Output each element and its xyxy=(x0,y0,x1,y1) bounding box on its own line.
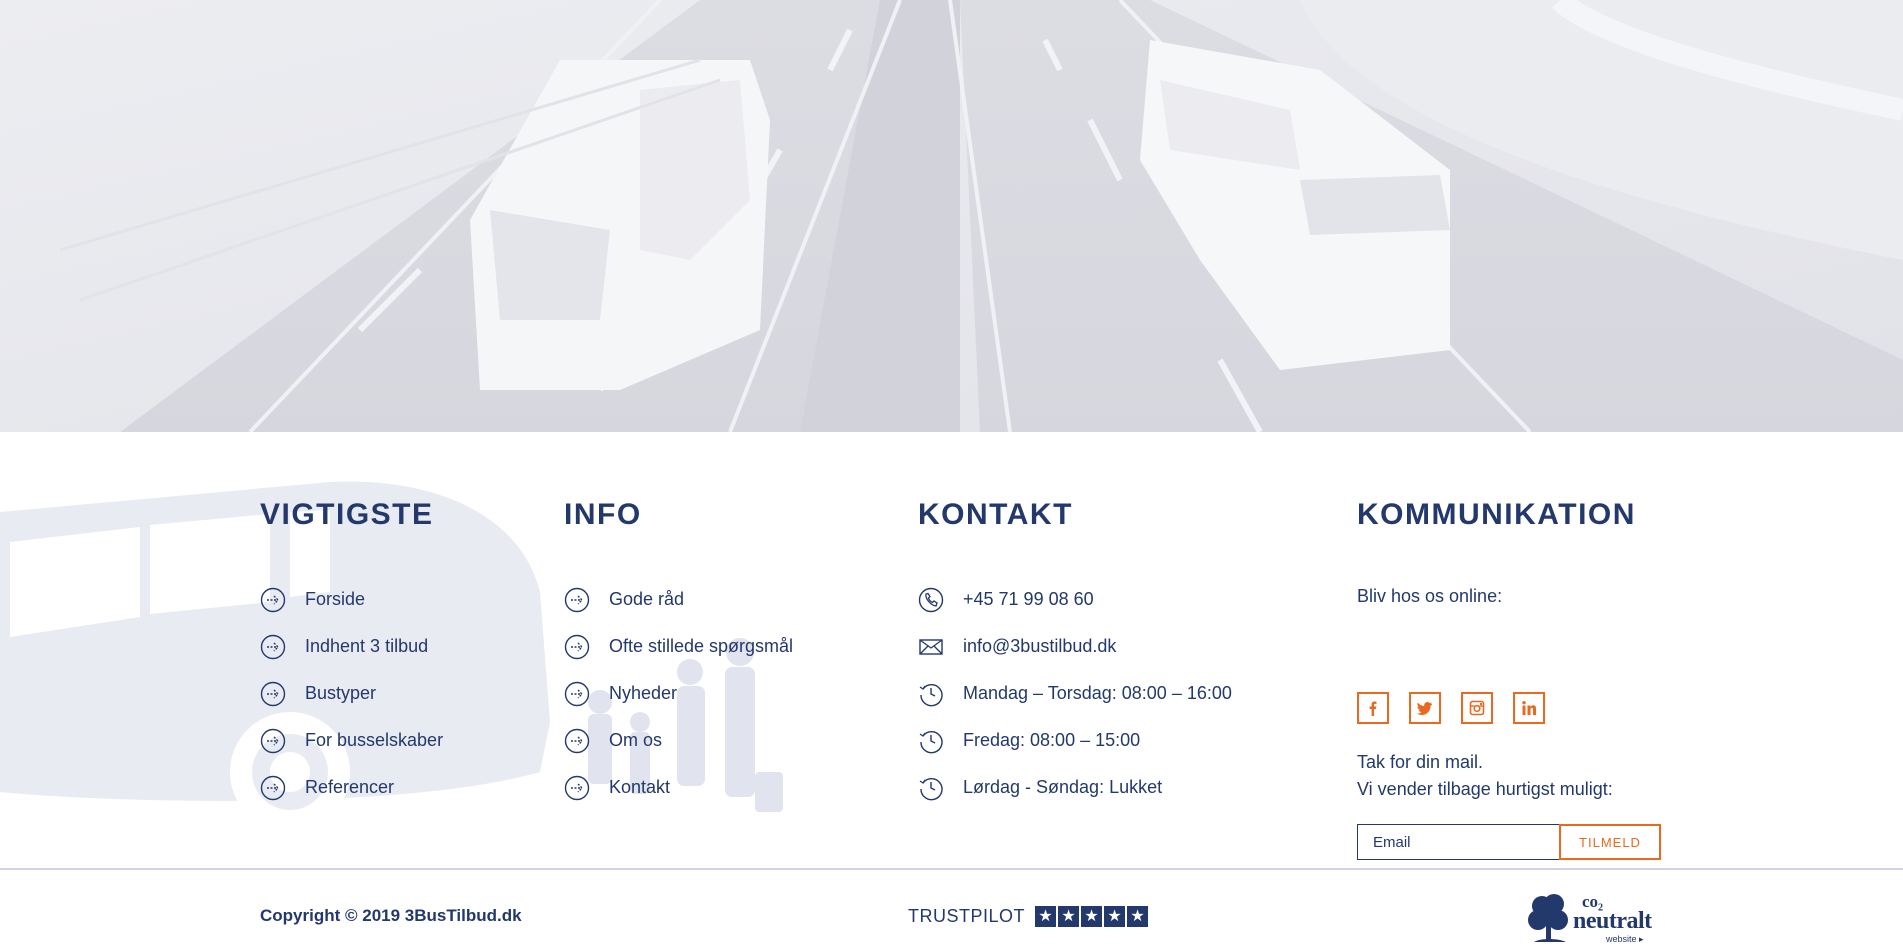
arrow-circle-icon xyxy=(564,681,590,707)
link-label: Ofte stillede spørgsmål xyxy=(609,636,794,656)
arrow-circle-icon xyxy=(260,634,286,660)
contact-hours-text: Mandag – Torsdag: 08:00 – 16:00 xyxy=(963,683,1232,703)
footer-main: VIGTIGSTE Forside Indhent 3 tilbud Busty… xyxy=(0,432,1903,868)
arrow-circle-icon xyxy=(564,634,590,660)
mail-icon xyxy=(918,634,944,660)
trustpilot-widget[interactable]: TRUSTPILOT ★ ★ ★ ★ ★ xyxy=(908,906,1149,927)
arrow-circle-icon xyxy=(260,728,286,754)
thanks-line-1: Tak for din mail. xyxy=(1357,752,1484,772)
contact-phone-text: +45 71 99 08 60 xyxy=(963,589,1094,609)
social-links xyxy=(1357,692,1545,724)
footer-link-nyheder[interactable]: Nyheder xyxy=(564,670,793,717)
footer-link-kontakt[interactable]: Kontakt xyxy=(564,764,793,811)
footer-divider xyxy=(0,868,1903,870)
trustpilot-label: TRUSTPILOT xyxy=(908,906,1026,926)
clock-icon xyxy=(918,728,944,754)
link-label: For busselskaber xyxy=(305,730,444,750)
link-label: Om os xyxy=(609,730,663,750)
link-label: Gode råd xyxy=(609,589,685,609)
footer-link-om-os[interactable]: Om os xyxy=(564,717,793,764)
arrow-circle-icon xyxy=(260,681,286,707)
footer-link-bustyper[interactable]: Bustyper xyxy=(260,670,443,717)
copyright-text: Copyright © 2019 3BusTilbud.dk xyxy=(260,906,522,925)
footer-column-vigtigste: VIGTIGSTE Forside Indhent 3 tilbud Busty… xyxy=(260,498,443,800)
contact-phone[interactable]: +45 71 99 08 60 xyxy=(918,576,1232,623)
footer-link-for-busselskaber[interactable]: For busselskaber xyxy=(260,717,443,764)
contact-email[interactable]: info@3bustilbud.dk xyxy=(918,623,1232,670)
footer-link-gode-raad[interactable]: Gode råd xyxy=(564,576,793,623)
column-title: KOMMUNIKATION xyxy=(1357,498,1636,531)
arrow-circle-icon xyxy=(564,728,590,754)
email-field[interactable] xyxy=(1357,824,1559,860)
arrow-circle-icon xyxy=(260,775,286,801)
link-label: Nyheder xyxy=(609,683,678,703)
column-title: VIGTIGSTE xyxy=(260,498,434,531)
contact-email-text: info@3bustilbud.dk xyxy=(963,636,1117,656)
phone-icon xyxy=(918,587,944,613)
tree-icon xyxy=(1528,894,1568,942)
subscribe-button[interactable]: TILMELD xyxy=(1559,824,1661,860)
link-label: Kontakt xyxy=(609,777,671,797)
link-label: Indhent 3 tilbud xyxy=(305,636,429,656)
facebook-icon[interactable] xyxy=(1357,692,1389,724)
arrow-circle-icon xyxy=(564,775,590,801)
footer-link-indhent-tilbud[interactable]: Indhent 3 tilbud xyxy=(260,623,443,670)
website-label: website ▸ xyxy=(1606,934,1644,944)
clock-icon xyxy=(918,775,944,801)
contact-hours-weekend: Lørdag - Søndag: Lukket xyxy=(918,764,1232,811)
thanks-line-2: Vi vender tilbage hurtigst muligt: xyxy=(1357,779,1613,799)
footer-link-forside[interactable]: Forside xyxy=(260,576,443,623)
link-label: Bustyper xyxy=(305,683,377,703)
star-icon: ★ xyxy=(1104,906,1126,927)
contact-list: +45 71 99 08 60 info@3bustilbud.dk Manda… xyxy=(918,576,1232,811)
arrow-circle-icon xyxy=(564,587,590,613)
column-title: INFO xyxy=(564,498,642,531)
newsletter-form: TILMELD xyxy=(1357,824,1661,860)
star-icon: ★ xyxy=(1058,906,1080,927)
neutralt-label: neutralt xyxy=(1573,908,1652,934)
footer-column-kommunikation: KOMMUNIKATION Bliv hos os online: Tak fo… xyxy=(1357,498,1661,860)
linkedin-icon[interactable] xyxy=(1513,692,1545,724)
footer-link-faq[interactable]: Ofte stillede spørgsmål xyxy=(564,623,793,670)
link-list: Gode råd Ofte stillede spørgsmål Nyheder… xyxy=(564,576,793,811)
star-icon: ★ xyxy=(1081,906,1103,927)
column-title: KONTAKT xyxy=(918,498,1073,531)
contact-hours-text: Lørdag - Søndag: Lukket xyxy=(963,777,1163,797)
instagram-icon[interactable] xyxy=(1461,692,1493,724)
clock-icon xyxy=(918,681,944,707)
link-label: Forside xyxy=(305,589,366,609)
footer-column-kontakt: KONTAKT +45 71 99 08 60 info@3bustilbud.… xyxy=(918,498,1232,800)
link-label: Referencer xyxy=(305,777,395,797)
footer-link-referencer[interactable]: Referencer xyxy=(260,764,443,811)
star-icon: ★ xyxy=(1127,906,1149,927)
arrow-circle-icon xyxy=(260,587,286,613)
online-label: Bliv hos os online: xyxy=(1357,586,1503,606)
contact-hours-fri: Fredag: 08:00 – 15:00 xyxy=(918,717,1232,764)
trustpilot-stars: ★ ★ ★ ★ ★ xyxy=(1035,906,1149,927)
twitter-icon[interactable] xyxy=(1409,692,1441,724)
link-list: Forside Indhent 3 tilbud Bustyper For bu… xyxy=(260,576,443,811)
contact-hours-mon-thu: Mandag – Torsdag: 08:00 – 16:00 xyxy=(918,670,1232,717)
contact-hours-text: Fredag: 08:00 – 15:00 xyxy=(963,730,1141,750)
hero-image xyxy=(0,0,1903,432)
star-icon: ★ xyxy=(1035,906,1057,927)
co2-neutral-badge[interactable]: co₂ neutralt website ▸ xyxy=(1528,892,1660,944)
footer-column-info: INFO Gode råd Ofte stillede spørgsmål Ny… xyxy=(564,498,793,800)
